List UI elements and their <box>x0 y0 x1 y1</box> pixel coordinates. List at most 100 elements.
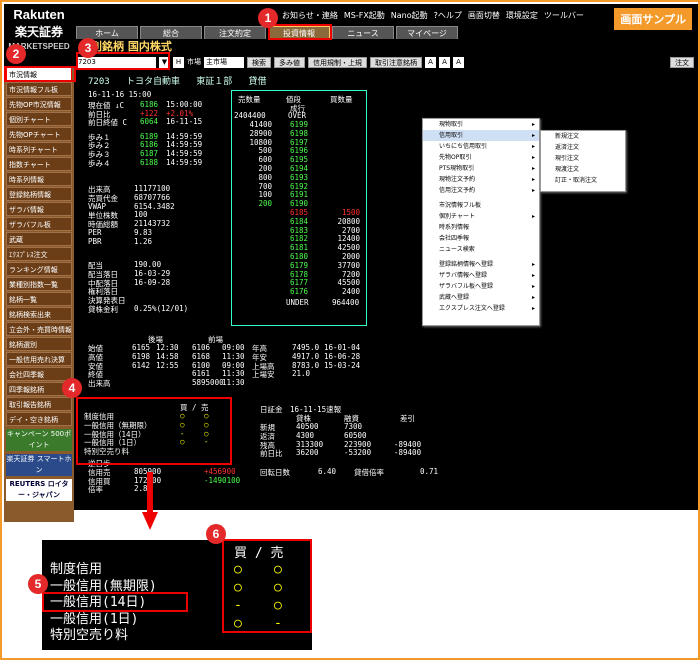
sidebar-item[interactable]: デイ・空き銘柄 <box>6 412 72 426</box>
context-menu-item[interactable]: ザラバ情報へ登録 ▸ <box>423 270 539 281</box>
context-menu-item[interactable]: 先物OP取引 ▸ <box>423 152 539 163</box>
context-menu-item[interactable]: いちにち信用取引 ▸ <box>423 141 539 152</box>
context-menu: 現物取引 ▸ 信用取引 ▸ いちにち信用取引 ▸ 先物OP取引 ▸ PTS現物取引 ▸ 現物注文予約… <box>422 118 540 326</box>
sidebar-item[interactable]: 業種別指数一覧 <box>6 277 72 291</box>
toolbar-link[interactable]: ツールバー <box>544 10 584 21</box>
sidebar-item[interactable]: 取引報告銘柄 <box>6 397 72 411</box>
help-link[interactable]: ?ヘルプ <box>434 10 462 21</box>
order-button[interactable]: 注文 <box>670 56 694 68</box>
tab-home[interactable]: ホーム <box>76 26 138 39</box>
context-menu-item[interactable]: 現物取引 ▸ <box>423 119 539 130</box>
font-size-large[interactable]: A <box>453 56 464 68</box>
quote-value: 6064 <box>140 117 159 127</box>
bid-price: 6185 <box>290 208 309 217</box>
context-menu-item[interactable]: 時系列情報 <box>423 222 539 233</box>
session-cell: 6106 <box>192 343 211 352</box>
context-menu-item[interactable]: 会社四季報 <box>423 233 539 244</box>
bid-price: 6178 <box>290 269 309 279</box>
sidebar-item[interactable]: 先物OP市況情報 <box>6 97 72 111</box>
context-menu-item[interactable]: 市況情報フル板 <box>423 200 539 211</box>
sidebar-item[interactable]: 先物OPチャート <box>6 127 72 141</box>
sidebar-item[interactable]: ザラバ情報 <box>6 202 72 216</box>
context-menu-item[interactable]: ニュース検索 <box>423 244 539 255</box>
sidebar-ad[interactable]: REUTERS ロイター・ジャパン <box>6 479 72 501</box>
context-menu-item[interactable]: 信用注文予約 ▸ <box>423 185 539 196</box>
bid-price: 6183 <box>290 225 309 235</box>
sidebar-item[interactable]: 指数チャート <box>6 157 72 171</box>
ask-price: 6193 <box>290 172 309 182</box>
font-size-small[interactable]: A <box>425 56 436 68</box>
submenu: 新規注文 返済注文 現引注文 現渡注文 訂正・取消注文 <box>540 130 626 192</box>
chevron-right-icon: ▸ <box>531 294 535 301</box>
context-menu-item[interactable]: 武蔵へ登録 ▸ <box>423 292 539 303</box>
margin-cell: 4300 <box>296 430 315 440</box>
font-size-medium[interactable]: A <box>439 56 450 68</box>
submenu-item[interactable]: 返済注文 <box>541 142 625 153</box>
tab-news[interactable]: ニュース <box>332 26 394 39</box>
caution-stock-button[interactable]: 取引注意銘柄 <box>370 56 422 68</box>
sidebar-item[interactable]: 時系列情報 <box>6 172 72 186</box>
bid-qty: 7200 <box>342 269 361 279</box>
screen-switch[interactable]: 画面切替 <box>468 10 500 21</box>
search-button[interactable]: 検索 <box>247 56 271 68</box>
sidebar-item[interactable]: ｴｸｽﾌﾟﾚｽ注文 <box>6 247 72 261</box>
logo-brand: Rakuten <box>13 7 65 22</box>
sidebar-item[interactable]: 会社四季報 <box>6 367 72 381</box>
context-menu-item[interactable]: エクスプレス注文へ登録 ▸ <box>423 303 539 314</box>
nano-launch[interactable]: Nano起動 <box>391 10 428 21</box>
submenu-item[interactable]: 新規注文 <box>541 131 625 142</box>
sidebar-item[interactable]: 銘柄検索出来 <box>6 307 72 321</box>
bid-price: 6179 <box>290 260 309 270</box>
submenu-item[interactable]: 現渡注文 <box>541 164 625 175</box>
session-cell: 15-03-24 <box>324 360 361 370</box>
submenu-item[interactable]: 訂正・取消注文 <box>541 175 625 186</box>
stock-header: 7203 トヨタ自動車 東証１部 貸借 <box>88 77 267 87</box>
notice-link[interactable]: お知らせ・連絡 <box>282 10 338 21</box>
session-cell: 8783.0 <box>292 360 320 370</box>
sidebar-ad[interactable]: キャンペーン 500ポイント <box>6 429 72 451</box>
sidebar-item[interactable]: 立会外・売買時情報 <box>6 322 72 336</box>
session-cell: 6100 <box>192 360 211 370</box>
context-menu-item[interactable]: 個別チャート ▸ <box>423 211 539 222</box>
context-menu-item[interactable]: PTS現物取引 ▸ <box>423 163 539 174</box>
tab-mypage[interactable]: マイページ <box>396 26 458 39</box>
tab-summary[interactable]: 総合 <box>140 26 202 39</box>
sidebar-item[interactable]: ランキング情報 <box>6 262 72 276</box>
context-menu-item[interactable]: ザラバフル板へ登録 ▸ <box>423 281 539 292</box>
tab-orders[interactable]: 注文約定 <box>204 26 266 39</box>
sidebar-item[interactable]: 武蔵 <box>6 232 72 246</box>
sidebar-item[interactable]: ザラバフル板 <box>6 217 72 231</box>
sidebar-item[interactable]: 銘柄選別 <box>6 337 72 351</box>
credit-regulation-button[interactable]: 信用規制・上規 <box>308 56 367 68</box>
highlight-14day <box>42 592 188 612</box>
order-book: 売数量 値段 買数量 成行 2404400 OVER 41400 6199 28900 6198 1… <box>231 90 367 326</box>
market-label: 市場 <box>187 58 201 66</box>
sidebar-item[interactable]: 個別チャート <box>6 112 72 126</box>
chevron-right-icon: ▸ <box>531 283 535 290</box>
multi-price-button[interactable]: 多み値 <box>274 56 305 68</box>
board-header: 売数量 <box>238 95 261 104</box>
ratio-label: 貸借倍率 <box>354 468 384 477</box>
sidebar-item[interactable]: 時系列チャート <box>6 142 72 156</box>
context-menu-item[interactable]: 登録銘柄情報へ登録 ▸ <box>423 259 539 270</box>
settings-link[interactable]: 環境設定 <box>506 10 538 21</box>
highlight-buy-sell <box>222 539 312 633</box>
context-menu-item[interactable]: 信用取引 ▸ <box>423 130 539 141</box>
market-select[interactable]: 主市場 <box>204 56 244 68</box>
margin-cell: 36200 <box>296 448 319 458</box>
badge-6: 6 <box>206 524 226 544</box>
chevron-right-icon: ▸ <box>531 132 535 139</box>
context-menu-item[interactable]: 現物注文予約 ▸ <box>423 174 539 185</box>
msfx-launch[interactable]: MS-FX起動 <box>344 10 385 21</box>
chevron-right-icon: ▸ <box>531 272 535 279</box>
session-cell: 16-06-28 <box>324 351 361 361</box>
board-over-price: OVER <box>288 111 307 120</box>
quote-label: 歩み４ <box>88 158 111 168</box>
sidebar-item[interactable]: 市況情報フル板 <box>6 82 72 96</box>
sidebar-item[interactable]: 登録銘柄情報 <box>6 187 72 201</box>
sidebar-item[interactable]: 銘柄一覧 <box>6 292 72 306</box>
submenu-item[interactable]: 現引注文 <box>541 153 625 164</box>
sidebar-item[interactable]: 一般信用売れ決算 <box>6 352 72 366</box>
history-icon[interactable]: H <box>173 56 184 68</box>
sidebar-ad[interactable]: 楽天証券 スマートホン <box>6 454 72 476</box>
